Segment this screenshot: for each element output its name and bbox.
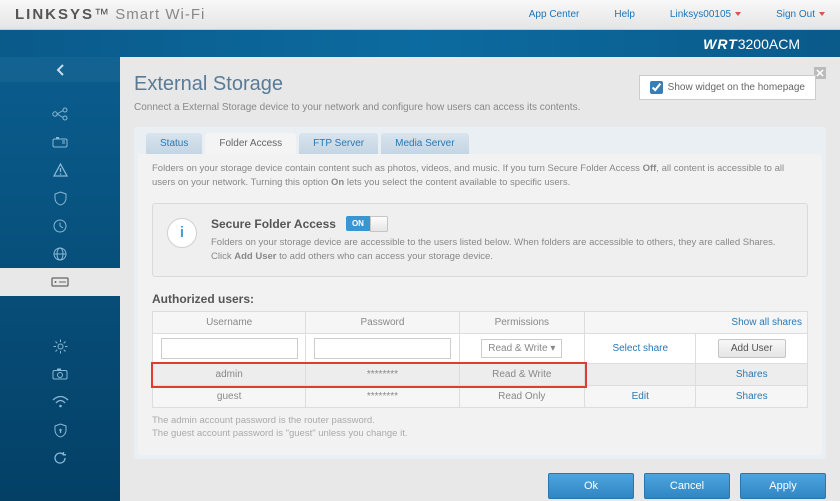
back-button[interactable] — [0, 57, 120, 82]
row-password: ******** — [306, 386, 459, 408]
page-description: Connect a External Storage device to you… — [134, 102, 826, 113]
add-user-button[interactable]: Add User — [718, 339, 786, 358]
caret-down-icon — [735, 12, 741, 16]
sidebar-item-clock[interactable] — [0, 212, 120, 240]
brand-light: Smart Wi-Fi — [115, 6, 205, 23]
model-number: 3200ACM — [738, 36, 800, 52]
top-bar: LINKSYS™ Smart Wi-Fi App Center Help Lin… — [0, 0, 840, 30]
note-guest: The guest account password is "guest" un… — [152, 427, 808, 440]
secure-folder-toggle[interactable]: ON — [346, 216, 388, 232]
sidebar-item-refresh[interactable] — [0, 444, 120, 472]
caret-down-icon — [819, 12, 825, 16]
sidebar-item-settings[interactable] — [0, 332, 120, 360]
nav-signout[interactable]: Sign Out — [776, 9, 825, 20]
tab-container: Status Folder Access FTP Server Media Se… — [134, 127, 826, 459]
nav-account-label: Linksys00105 — [670, 9, 731, 20]
sidebar-item-network[interactable] — [0, 100, 120, 128]
homepage-widget-checkbox[interactable]: Show widget on the homepage — [639, 75, 816, 100]
users-table: Username Password Permissions Show all s… — [152, 311, 808, 408]
nav-app-center[interactable]: App Center — [529, 9, 580, 20]
secure-folder-title: Secure Folder Access — [211, 217, 336, 231]
sidebar — [0, 57, 120, 501]
homepage-widget-label: Show widget on the homepage — [668, 82, 805, 93]
tab-status[interactable]: Status — [146, 133, 202, 154]
content-area: External Storage Show widget on the home… — [120, 57, 840, 501]
row-password: ******** — [306, 364, 459, 386]
model-name: WRT3200ACM — [703, 36, 800, 52]
button-row: Ok Cancel Apply — [134, 473, 826, 499]
sidebar-item-camera[interactable] — [0, 360, 120, 388]
select-share-link[interactable]: Select share — [612, 343, 668, 354]
header-bar: WRT3200ACM — [0, 30, 840, 57]
sidebar-item-storage[interactable] — [0, 268, 120, 296]
col-password: Password — [306, 312, 459, 334]
ok-button[interactable]: Ok — [548, 473, 634, 499]
new-permission-select[interactable]: Read & Write ▾ — [481, 339, 562, 358]
nav-help[interactable]: Help — [614, 9, 635, 20]
model-prefix: WRT — [703, 36, 738, 52]
row-username: admin — [153, 364, 306, 386]
row-shares-link[interactable]: Shares — [736, 391, 768, 402]
tab-body: Folders on your storage device contain c… — [138, 154, 822, 455]
new-username-input[interactable] — [161, 338, 298, 359]
toggle-knob — [370, 216, 388, 232]
tab-folder-access[interactable]: Folder Access — [205, 133, 296, 154]
brand-bold: LINKSYS — [15, 6, 94, 23]
nav-account[interactable]: Linksys00105 — [670, 9, 741, 20]
secure-folder-box: i Secure Folder Access ON Folders on you… — [152, 203, 808, 278]
apply-button[interactable]: Apply — [740, 473, 826, 499]
tabs: Status Folder Access FTP Server Media Se… — [138, 133, 822, 154]
note-admin: The admin account password is the router… — [152, 414, 808, 427]
row-edit-link[interactable]: Edit — [632, 391, 649, 402]
new-password-input[interactable] — [314, 338, 451, 359]
chevron-down-icon: ▾ — [550, 343, 555, 354]
col-permissions: Permissions — [459, 312, 584, 334]
sidebar-item-shield[interactable] — [0, 184, 120, 212]
authorized-users-title: Authorized users: — [152, 292, 808, 306]
row-username: guest — [153, 386, 306, 408]
row-permission: Read Only — [459, 386, 584, 408]
sidebar-item-globe[interactable] — [0, 240, 120, 268]
cancel-button[interactable]: Cancel — [644, 473, 730, 499]
row-shares-link[interactable]: Shares — [736, 369, 768, 380]
col-username: Username — [153, 312, 306, 334]
sidebar-item-security[interactable] — [0, 416, 120, 444]
row-edit — [585, 364, 696, 386]
info-icon: i — [167, 218, 197, 248]
nav-signout-label: Sign Out — [776, 9, 815, 20]
brand: LINKSYS™ Smart Wi-Fi — [15, 6, 205, 23]
homepage-widget-input[interactable] — [650, 81, 663, 94]
secure-folder-desc: Folders on your storage device are acces… — [211, 236, 793, 265]
sidebar-item-wifi[interactable] — [0, 388, 120, 416]
sidebar-item-alert[interactable] — [0, 156, 120, 184]
row-permission: Read & Write — [459, 364, 584, 386]
footer-notes: The admin account password is the router… — [152, 414, 808, 441]
tab-media-server[interactable]: Media Server — [381, 133, 468, 154]
show-all-shares[interactable]: Show all shares — [585, 312, 808, 334]
tab-ftp-server[interactable]: FTP Server — [299, 133, 378, 154]
toggle-on-label: ON — [346, 216, 370, 231]
sidebar-item-devices[interactable] — [0, 128, 120, 156]
folder-access-description: Folders on your storage device contain c… — [152, 162, 808, 191]
